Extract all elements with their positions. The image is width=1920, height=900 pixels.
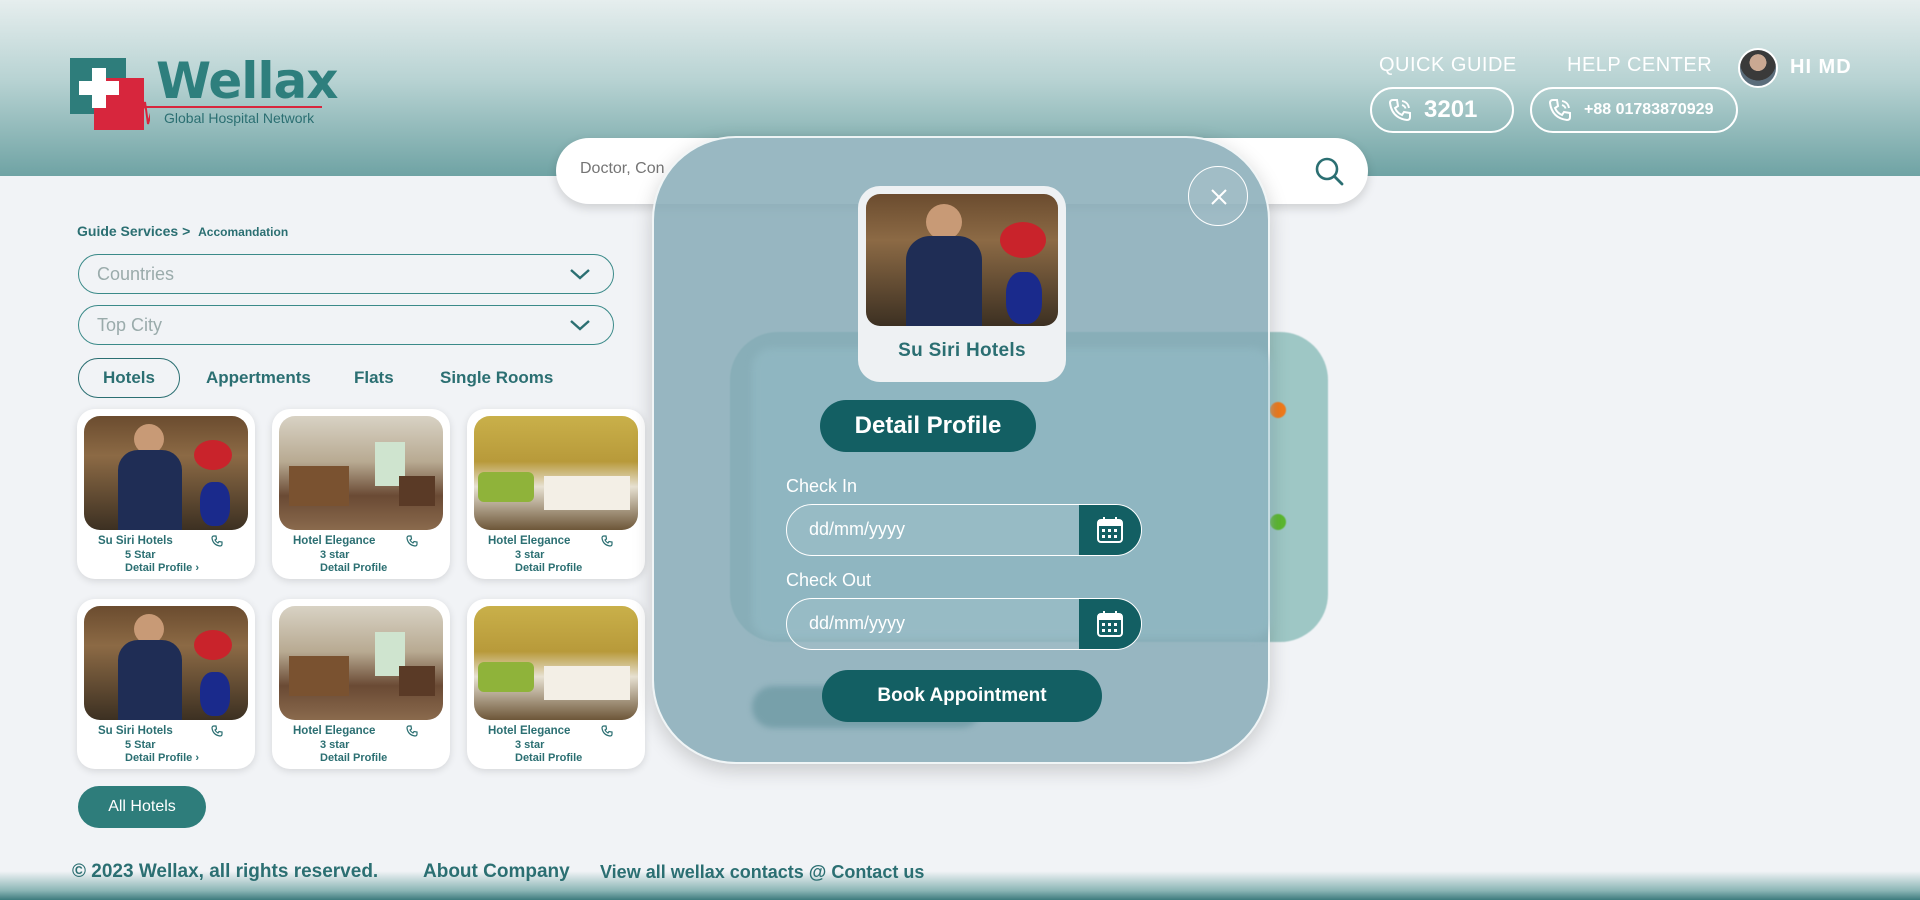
breadcrumb-current: Accomandation — [198, 225, 289, 239]
check-out-input[interactable] — [809, 613, 1049, 634]
hotel-name: Hotel Elegance — [488, 535, 571, 547]
hotel-card[interactable]: Hotel Elegance 3 star Detail Profile — [272, 409, 450, 579]
calendar-button[interactable] — [1079, 599, 1141, 649]
calendar-button[interactable] — [1079, 505, 1141, 555]
medical-cross-logo-icon — [70, 58, 150, 130]
hotel-card[interactable]: Su Siri Hotels 5 Star Detail Profile › — [77, 409, 255, 579]
hotel-name: Hotel Elegance — [293, 535, 376, 547]
detail-profile-link[interactable]: Detail Profile — [515, 562, 582, 574]
hotel-image — [84, 416, 248, 530]
detail-profile-link[interactable]: Detail Profile — [515, 752, 582, 764]
hotel-image — [474, 416, 638, 530]
close-icon — [1211, 189, 1227, 205]
breadcrumb-separator: > — [182, 223, 191, 239]
tab-single-rooms[interactable]: Single Rooms — [440, 358, 553, 398]
hotel-image — [84, 606, 248, 720]
detail-profile-link[interactable]: Detail Profile › — [125, 752, 199, 764]
hotel-name: Su Siri Hotels — [98, 535, 173, 547]
quick-guide-phone-button[interactable]: 3201 — [1370, 87, 1514, 133]
city-select[interactable]: Top City — [78, 305, 614, 345]
hotel-rating: 3 star — [515, 739, 545, 751]
phone-icon[interactable] — [601, 725, 613, 737]
chevron-right-icon: › — [195, 752, 199, 764]
hotel-rating: 3 star — [320, 739, 350, 751]
hotel-card[interactable]: Su Siri Hotels 5 Star Detail Profile › — [77, 599, 255, 769]
phone-icon — [1548, 99, 1571, 122]
hotel-card[interactable]: Hotel Elegance 3 star Detail Profile — [272, 599, 450, 769]
check-in-field — [786, 504, 1142, 556]
tab-appertments[interactable]: Appertments — [206, 358, 311, 398]
chevron-right-icon: › — [195, 562, 199, 574]
close-button[interactable] — [1188, 166, 1248, 226]
hotel-image — [279, 606, 443, 720]
user-avatar[interactable] — [1738, 48, 1778, 88]
breadcrumb-parent[interactable]: Guide Services — [77, 223, 178, 239]
detail-profile-link[interactable]: Detail Profile — [320, 562, 387, 574]
hotel-rating: 5 Star — [125, 739, 156, 751]
hotel-name: Su Siri Hotels — [98, 725, 173, 737]
phone-icon[interactable] — [406, 725, 418, 737]
book-appointment-button[interactable]: Book Appointment — [822, 670, 1102, 722]
tab-hotels[interactable]: Hotels — [78, 358, 180, 398]
hotel-card[interactable]: Hotel Elegance 3 star Detail Profile — [467, 599, 645, 769]
detail-profile-label: Detail Profile — [125, 752, 193, 764]
status-dot — [1270, 514, 1286, 530]
phone-icon[interactable] — [406, 535, 418, 547]
breadcrumb: Guide Services > Accomandation — [77, 223, 288, 239]
phone-icon[interactable] — [211, 725, 223, 737]
footer-copyright: © 2023 Wellax, all rights reserved. — [72, 861, 379, 882]
quick-guide-phone-number: 3201 — [1424, 96, 1478, 123]
modal-hotel-name: Su Siri Hotels — [898, 340, 1026, 361]
hotel-image — [279, 416, 443, 530]
phone-icon[interactable] — [211, 535, 223, 547]
status-dot — [1270, 402, 1286, 418]
check-out-field — [786, 598, 1142, 650]
logo-tagline: Global Hospital Network — [164, 110, 315, 126]
hotel-rating: 3 star — [515, 549, 545, 561]
tab-flats[interactable]: Flats — [354, 358, 394, 398]
hotel-name: Hotel Elegance — [488, 725, 571, 737]
hotel-name: Hotel Elegance — [293, 725, 376, 737]
check-out-label: Check Out — [786, 570, 872, 590]
hotel-image — [866, 194, 1058, 326]
phone-icon[interactable] — [601, 535, 613, 547]
help-center-link[interactable]: HELP CENTER — [1567, 54, 1712, 77]
countries-select-value: Countries — [97, 263, 175, 284]
logo-underline — [142, 106, 322, 108]
help-center-phone-button[interactable]: +88 01783870929 — [1530, 87, 1738, 133]
detail-profile-button[interactable]: Detail Profile — [820, 400, 1036, 452]
help-center-phone-number: +88 01783870929 — [1584, 101, 1714, 118]
user-greeting[interactable]: HI MD — [1790, 56, 1852, 79]
hotel-card[interactable]: Hotel Elegance 3 star Detail Profile — [467, 409, 645, 579]
search-input[interactable] — [580, 160, 670, 178]
phone-icon — [1388, 99, 1411, 122]
contact-us-link[interactable]: View all wellax contacts @ Contact us — [600, 862, 924, 883]
city-select-value: Top City — [97, 314, 163, 335]
wellax-logo[interactable]: Wellax Global Hospital Network — [70, 52, 340, 134]
countries-select[interactable]: Countries — [78, 254, 614, 294]
quick-guide-link[interactable]: QUICK GUIDE — [1379, 54, 1517, 77]
search-icon[interactable] — [1314, 156, 1344, 186]
detail-profile-link[interactable]: Detail Profile › — [125, 562, 199, 574]
all-hotels-button[interactable]: All Hotels — [78, 786, 206, 828]
check-in-input[interactable] — [809, 519, 1049, 540]
check-in-label: Check In — [786, 476, 858, 496]
detail-profile-link[interactable]: Detail Profile — [320, 752, 387, 764]
logo-wordmark: Wellax — [156, 52, 339, 110]
hotel-rating: 3 star — [320, 549, 350, 561]
hotel-booking-modal: Su Siri Hotels Detail Profile Check In C… — [652, 136, 1272, 764]
calendar-icon — [1097, 611, 1123, 637]
hotel-profile-card: Su Siri Hotels — [858, 186, 1066, 382]
calendar-icon — [1097, 517, 1123, 543]
hotel-rating: 5 Star — [125, 549, 156, 561]
hotel-image — [474, 606, 638, 720]
about-company-link[interactable]: About Company — [423, 861, 570, 883]
detail-profile-label: Detail Profile — [125, 562, 193, 574]
chevron-down-icon — [570, 320, 590, 331]
chevron-down-icon — [570, 269, 590, 280]
